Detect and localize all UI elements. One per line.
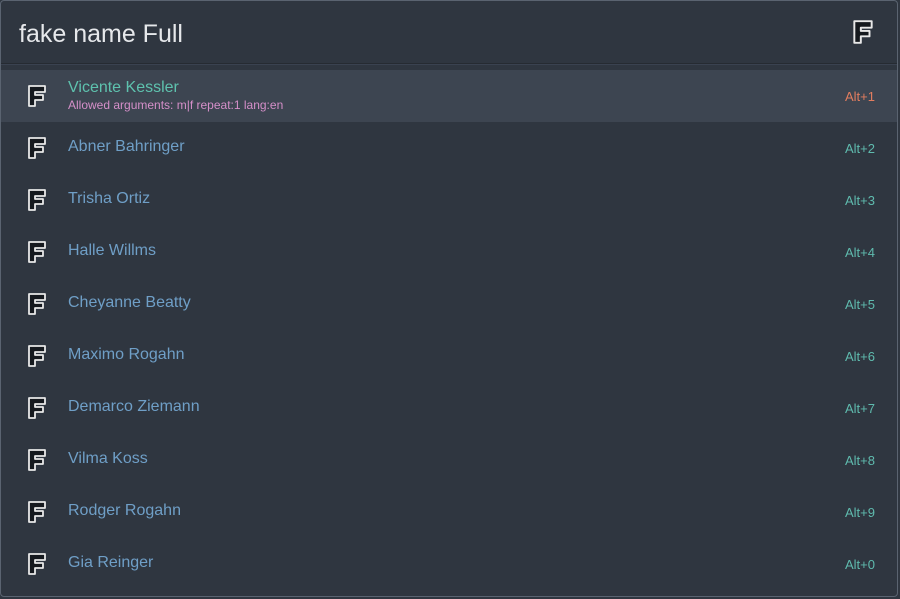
result-item[interactable]: Demarco Ziemann Alt+7: [1, 382, 897, 434]
f-letter-icon: [28, 137, 46, 159]
results-list: Vicente Kessler Allowed arguments: m|f r…: [1, 70, 897, 590]
result-title: Vicente Kessler: [68, 79, 179, 96]
f-letter-icon: [28, 397, 46, 419]
result-item[interactable]: Trisha Ortiz Alt+3: [1, 174, 897, 226]
result-title: Vilma Koss: [68, 450, 148, 467]
f-letter-icon: [28, 241, 46, 263]
result-title: Cheyanne Beatty: [68, 294, 191, 311]
search-bar: [1, 1, 897, 64]
result-item[interactable]: Vicente Kessler Allowed arguments: m|f r…: [1, 70, 897, 122]
result-item[interactable]: Abner Bahringer Alt+2: [1, 122, 897, 174]
f-letter-icon: [28, 85, 46, 107]
result-title: Abner Bahringer: [68, 138, 185, 155]
f-letter-icon: [28, 553, 46, 575]
result-shortcut: Alt+7: [845, 401, 875, 416]
result-item[interactable]: Halle Willms Alt+4: [1, 226, 897, 278]
result-title: Rodger Rogahn: [68, 502, 181, 519]
result-shortcut: Alt+9: [845, 505, 875, 520]
result-item[interactable]: Maximo Rogahn Alt+6: [1, 330, 897, 382]
result-item[interactable]: Cheyanne Beatty Alt+5: [1, 278, 897, 330]
f-letter-icon: [28, 345, 46, 367]
result-subtitle: Allowed arguments: m|f repeat:1 lang:en: [68, 98, 284, 112]
result-shortcut: Alt+2: [845, 141, 875, 156]
result-title: Halle Willms: [68, 242, 156, 259]
search-input[interactable]: [19, 15, 799, 53]
result-shortcut: Alt+3: [845, 193, 875, 208]
result-item[interactable]: Gia Reinger Alt+0: [1, 538, 897, 590]
result-shortcut: Alt+0: [845, 557, 875, 572]
result-shortcut: Alt+8: [845, 453, 875, 468]
result-shortcut: Alt+4: [845, 245, 875, 260]
f-letter-icon: [28, 449, 46, 471]
result-item[interactable]: Vilma Koss Alt+8: [1, 434, 897, 486]
result-shortcut: Alt+1: [845, 89, 875, 104]
result-title: Trisha Ortiz: [68, 190, 151, 207]
f-letter-icon: [28, 189, 46, 211]
result-title: Demarco Ziemann: [68, 398, 200, 415]
f-letter-icon: [28, 293, 46, 315]
result-item[interactable]: Rodger Rogahn Alt+9: [1, 486, 897, 538]
result-title: Gia Reinger: [68, 554, 154, 571]
f-letter-icon: [28, 501, 46, 523]
result-shortcut: Alt+5: [845, 297, 875, 312]
result-title: Maximo Rogahn: [68, 346, 185, 363]
f-letter-icon: [853, 20, 873, 44]
launcher-window: Vicente Kessler Allowed arguments: m|f r…: [0, 0, 898, 597]
result-shortcut: Alt+6: [845, 349, 875, 364]
